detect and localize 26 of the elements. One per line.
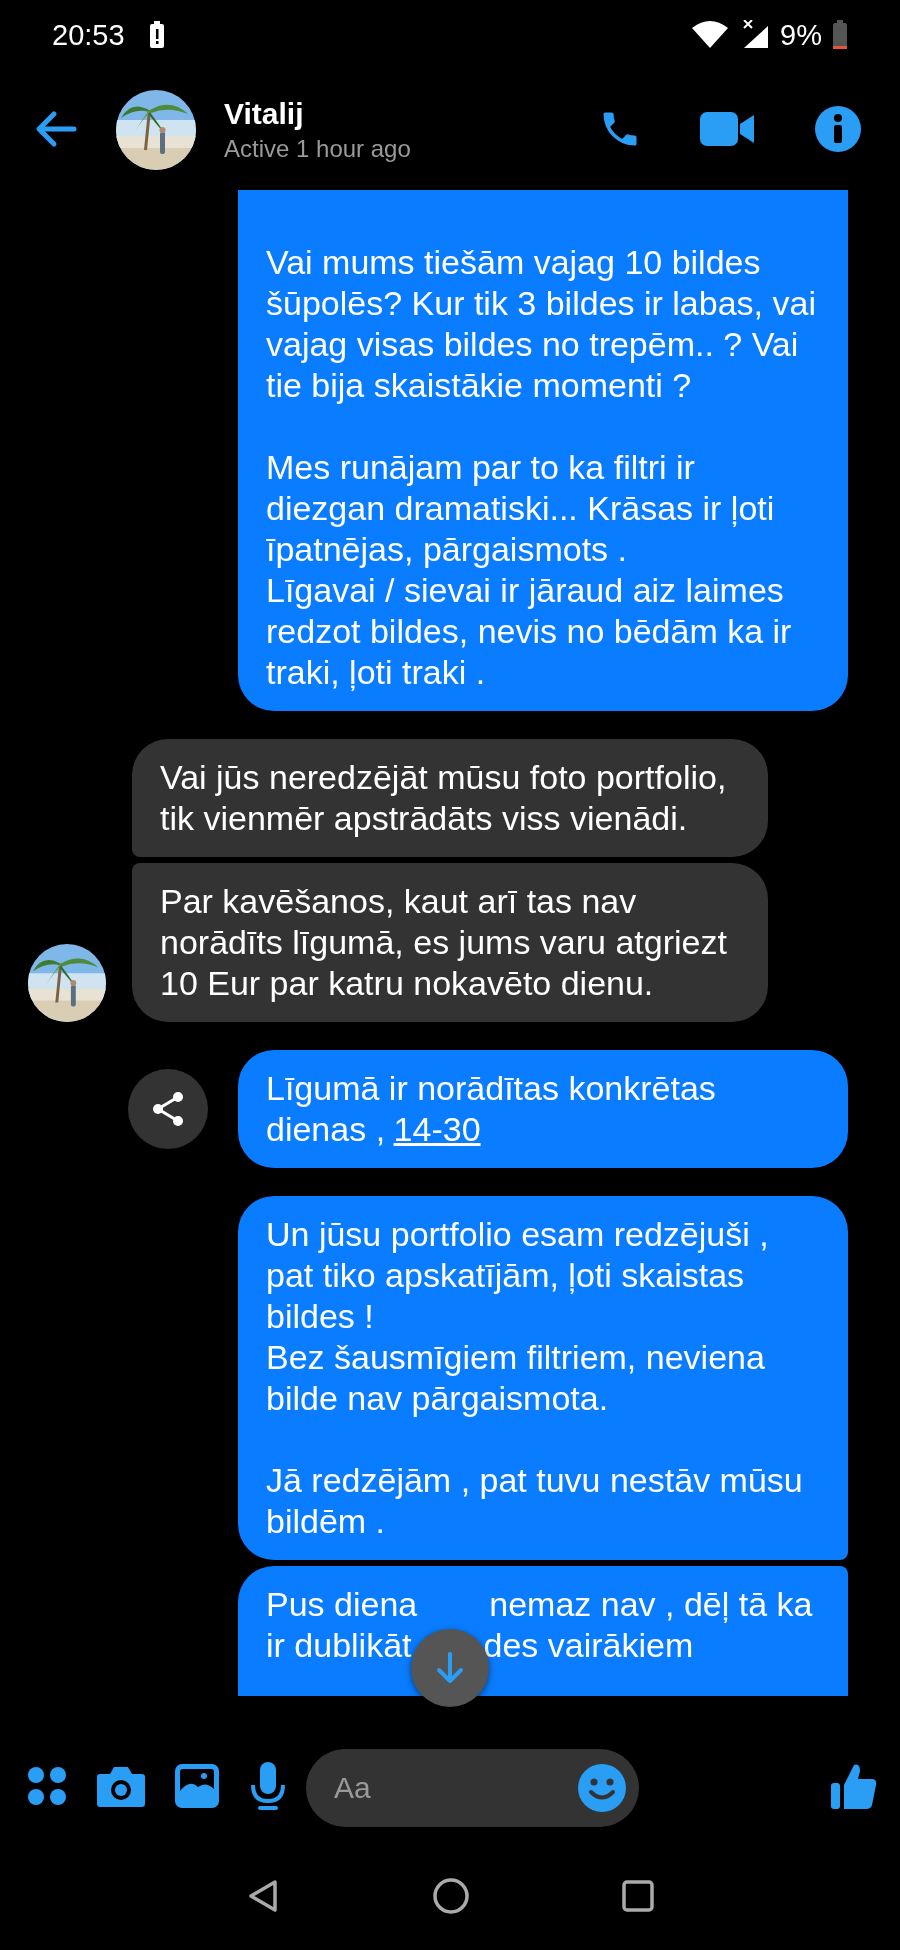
battery-icon <box>832 20 848 50</box>
message-text: Vai mums tiešām vajag 10 bildes šūpolēs? Kur tik 3 bildes ir labas, vai vajag visas bildes no trepēm.. ? Vai tie bija skaistākie momenti ? <box>266 242 817 406</box>
message-text: Pus diena <box>266 1584 418 1625</box>
message-text: nemaz nav , dēļ tā ka <box>489 1584 813 1625</box>
signal-icon <box>740 20 771 50</box>
message-text: Par kavēšanos, kaut arī tas nav norādīts līgumā, es jums varu atgriezt 10 Eur par katru nokavēto dienu. <box>160 881 728 1004</box>
clock-time: 20:53 <box>52 18 125 52</box>
message-text: Bez šausmīgiem filtriem, neviena bilde nav pārgaismota. <box>266 1337 766 1419</box>
message-text: Līgavai / sievai ir jāraud aiz laimes redzot bildes, nevis no bēdām ka ir traki, ļoti traki . <box>266 570 793 693</box>
message-text: Mes runājam par to ka filtri ir diezgan dramatiski... Krāsas ir ļoti īpatnējas, pārgaismots . <box>266 447 776 570</box>
battery-percent: 9% <box>780 18 822 52</box>
battery-alert-icon <box>148 21 165 49</box>
active-status: Active 1 hour ago <box>224 135 412 163</box>
message-text: Vai jūs neredzējāt mūsu foto portfolio, tik vienmēr apstrādāts viss vienādi. <box>160 757 728 839</box>
arrow-down-icon <box>435 1651 465 1685</box>
message-text: Un jūsu portfolio esam redzējuši , pat tiko apskatījām, ļoti skaistas bildes ! <box>266 1214 770 1337</box>
contact-name: Vitalij <box>224 97 305 131</box>
wifi-icon <box>690 20 731 50</box>
message-text: ir dublikāt <box>266 1625 412 1666</box>
message-input[interactable]: Aa <box>332 1769 577 1806</box>
message-text: des vairākiem <box>483 1625 694 1666</box>
emoji-icon[interactable] <box>577 1762 627 1813</box>
message-field[interactable]: Aa <box>306 1748 639 1827</box>
date-link[interactable]: 14-30 <box>393 1110 481 1148</box>
message-text: Jā redzējām , pat tuvu nestāv mūsu bildēm . <box>266 1460 804 1542</box>
message-text: Līgumā ir norādītas konkrētas dienas , 14-30 <box>266 1068 717 1150</box>
